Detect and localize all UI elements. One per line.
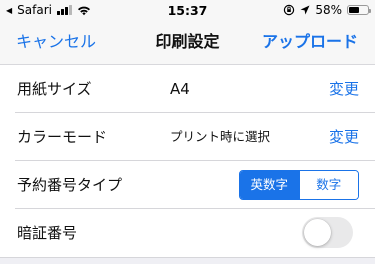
pin-label: 暗証番号 — [17, 224, 78, 242]
list-bottom-divider — [0, 257, 375, 258]
segment-alphanumeric[interactable]: 英数字 — [240, 171, 299, 199]
toggle-knob — [304, 219, 331, 246]
rotation-lock-icon — [284, 4, 295, 16]
change-paper-size-button[interactable]: 変更 — [329, 65, 359, 113]
segment-numeric[interactable]: 数字 — [298, 171, 358, 199]
reservation-type-label: 予約番号タイプ — [17, 176, 123, 194]
print-settings-screen: ◀ Safari 15:37 58% キャンセル 印刷設定 アップロード 用紙サ… — [0, 0, 375, 264]
pin-row: 暗証番号 — [0, 209, 375, 257]
color-mode-row: カラーモード プリント時に選択 変更 — [0, 113, 375, 161]
change-color-mode-button[interactable]: 変更 — [329, 113, 359, 161]
color-mode-label: カラーモード — [17, 128, 108, 146]
status-bar: ◀ Safari 15:37 58% — [0, 0, 375, 20]
reservation-type-row: 予約番号タイプ 英数字 数字 — [0, 161, 375, 209]
navigation-bar: キャンセル 印刷設定 アップロード — [0, 20, 375, 65]
color-mode-value: プリント時に選択 — [170, 129, 271, 144]
settings-list: 用紙サイズ A4 変更 カラーモード プリント時に選択 変更 予約番号タイプ 英… — [0, 65, 375, 257]
status-right: 58% — [283, 3, 371, 17]
battery-fill — [349, 7, 359, 13]
reservation-type-segmented-control: 英数字 数字 — [239, 170, 359, 200]
cancel-button[interactable]: キャンセル — [16, 20, 96, 64]
upload-button[interactable]: アップロード — [262, 20, 358, 64]
battery-percent: 58% — [315, 3, 342, 17]
paper-size-value: A4 — [170, 80, 190, 98]
paper-size-row: 用紙サイズ A4 変更 — [0, 65, 375, 113]
paper-size-label: 用紙サイズ — [17, 80, 92, 98]
battery-icon — [347, 5, 371, 15]
location-arrow-icon — [300, 5, 310, 15]
pin-toggle[interactable] — [302, 217, 353, 248]
